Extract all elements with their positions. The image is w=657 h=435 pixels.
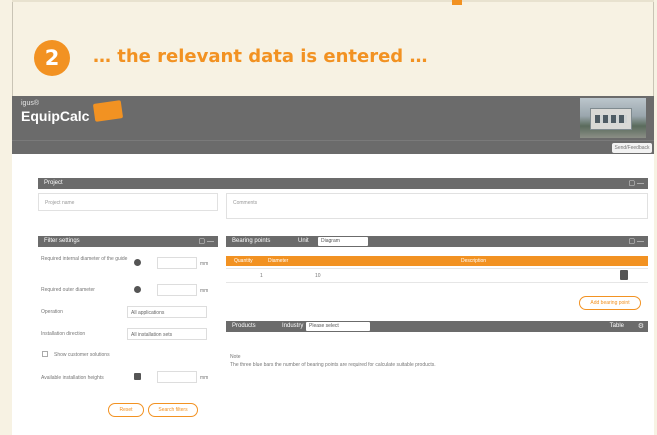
info-icon[interactable] xyxy=(134,373,141,380)
bearing-points-title: Bearing points xyxy=(232,238,271,244)
bearing-panel-controls-icon[interactable]: ▢ — xyxy=(628,236,644,247)
divider xyxy=(226,282,648,283)
filter-label-operation: Operation xyxy=(41,309,63,315)
info-icon[interactable] xyxy=(134,259,141,266)
industry-label: Industry xyxy=(282,323,304,329)
project-name-input[interactable]: Project name xyxy=(38,193,218,211)
col-diameter: Diameter xyxy=(268,258,289,264)
project-panel-title: Project xyxy=(44,180,63,186)
customer-solutions-label: Show customer solutions xyxy=(54,352,110,358)
bearing-row-quantity[interactable]: 1 xyxy=(260,273,263,279)
unit-label: mm xyxy=(200,261,209,267)
outer-diameter-input[interactable] xyxy=(157,284,197,296)
building-image xyxy=(590,108,632,130)
operation-select[interactable]: All applications xyxy=(127,306,207,318)
unit-label: Unit xyxy=(298,238,309,244)
feedback-button[interactable]: Send/Feedback xyxy=(612,143,652,153)
reset-button[interactable]: Reset xyxy=(108,403,144,417)
filter-label-installation: Installation direction xyxy=(41,331,86,337)
filter-label-outer-diameter: Required outer diameter xyxy=(41,287,95,293)
note-title: Note xyxy=(230,354,241,360)
bearing-points-header: Bearing points Unit Diagram ▢ — xyxy=(226,236,648,247)
app-screenshot: igus® EquipCalc Send/Feedback Project ▢ … xyxy=(12,96,654,435)
comments-input[interactable]: Comments xyxy=(226,193,648,219)
top-rule xyxy=(12,0,654,2)
info-icon[interactable] xyxy=(134,286,141,293)
app-subheader: Send/Feedback xyxy=(12,140,654,154)
filter-settings-header: Filter settings ▢ — xyxy=(38,236,218,247)
filter-panel-controls-icon[interactable]: ▢ — xyxy=(198,236,214,247)
panel-controls-icon[interactable]: ▢ — xyxy=(628,178,644,189)
products-title: Products xyxy=(232,323,256,329)
brand-company: igus® xyxy=(21,100,39,107)
filter-label-installation-heights: Available installation heights xyxy=(41,375,104,381)
add-bearing-point-button[interactable]: Add bearing point xyxy=(579,296,641,310)
filter-label-internal-diameter: Required internal diameter of the guide xyxy=(41,256,128,262)
search-filters-button[interactable]: Search filters xyxy=(148,403,198,417)
internal-diameter-input[interactable] xyxy=(157,257,197,269)
unit-label: mm xyxy=(200,288,209,294)
filter-settings-title: Filter settings xyxy=(44,238,80,244)
step-title: … the relevant data is entered … xyxy=(93,46,428,67)
view-toggle-label[interactable]: Table xyxy=(610,321,624,332)
step-number-badge: 2 xyxy=(34,40,70,76)
unit-select[interactable]: Diagram xyxy=(318,237,368,246)
note-text: The three blue bars the number of bearin… xyxy=(230,362,436,368)
bearing-table-header: Quantity Diameter Description xyxy=(226,256,648,266)
delete-row-icon[interactable] xyxy=(620,270,628,280)
col-quantity: Quantity xyxy=(234,258,253,264)
industry-select[interactable]: Please select xyxy=(306,322,370,331)
header-photo xyxy=(580,98,646,138)
app-header: igus® EquipCalc xyxy=(12,96,654,140)
customer-solutions-checkbox[interactable] xyxy=(42,351,48,357)
settings-icon[interactable]: ⚙ xyxy=(638,321,644,332)
brand-logo: EquipCalc xyxy=(21,108,90,124)
project-panel-header: Project ▢ — xyxy=(38,178,648,189)
brand-badge xyxy=(92,100,124,122)
installation-select[interactable]: All installation sets xyxy=(127,328,207,340)
top-accent xyxy=(452,0,462,5)
installation-heights-input[interactable] xyxy=(157,371,197,383)
bearing-row-description[interactable]: 10 xyxy=(315,273,321,279)
products-header: Products Industry Please select Table ⚙ xyxy=(226,321,648,332)
col-description: Description xyxy=(461,258,487,264)
divider xyxy=(226,268,648,269)
unit-label: mm xyxy=(200,375,209,381)
